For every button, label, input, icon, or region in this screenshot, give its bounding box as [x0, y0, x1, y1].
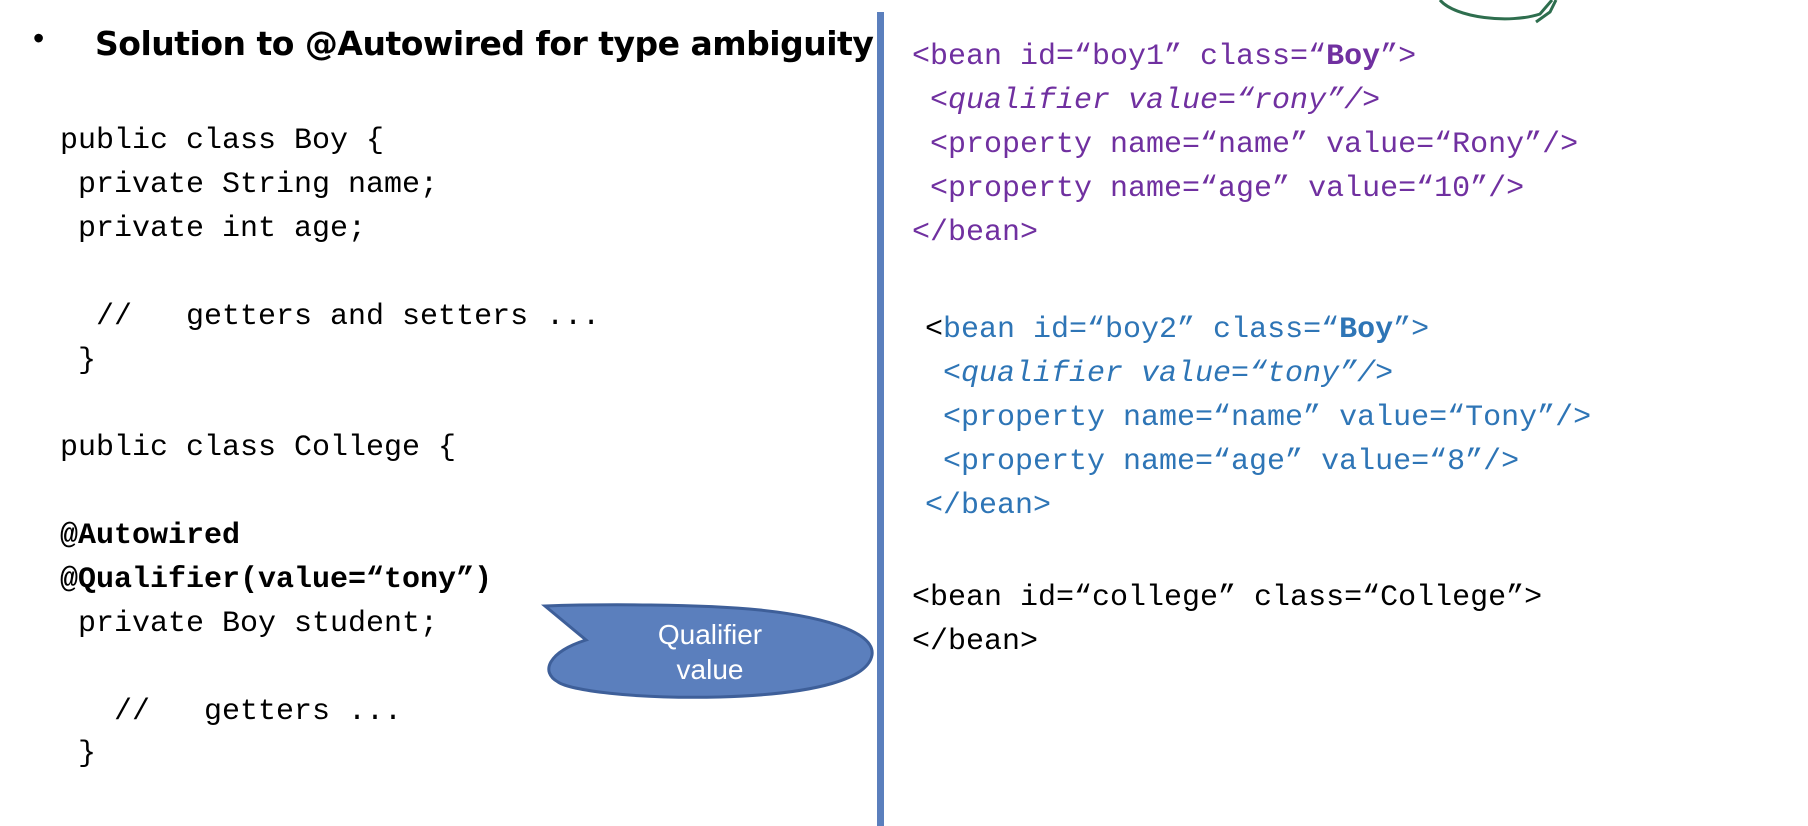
slide-title: Solution to @Autowired for type ambiguit…	[95, 24, 874, 63]
college-getters-comment: // getters ...	[60, 695, 403, 729]
bean-boy2: <bean id=“boy2” class=“Boy”> <qualifier …	[925, 308, 1591, 528]
college-class-declaration: public class College {	[60, 431, 457, 465]
bean-boy1-close: </bean>	[912, 216, 1039, 250]
boy-class-declaration: public class Boy {	[60, 124, 385, 158]
student-field: private Boy student;	[60, 607, 439, 641]
boy-getters-setters-comment: // getters and setters ...	[60, 300, 601, 334]
bean-boy2-property-age: <property name=“age” value=“8”/>	[925, 445, 1520, 479]
autowired-annotation: @Autowired	[60, 519, 241, 553]
boy-class-close: }	[60, 344, 97, 378]
boy-class-code: public class Boy { private String name; …	[60, 119, 438, 251]
callout-label-line2: value	[676, 654, 744, 685]
bean-college: <bean id=“college” class=“College”> </be…	[912, 576, 1542, 664]
bean-college-close: </bean>	[912, 625, 1039, 659]
boy-class-comment-block: // getters and setters ... }	[60, 295, 600, 383]
bean-boy1: <bean id=“boy1” class=“Boy”> <qualifier …	[912, 35, 1578, 255]
callout-label: Qualifier value	[630, 617, 790, 687]
column-divider	[877, 12, 884, 826]
bean-college-open: <bean id=“college” class=“College”>	[912, 581, 1543, 615]
bean-boy2-open: <bean id=“boy2” class=“Boy”>	[925, 313, 1430, 347]
bean-boy1-class-name: Boy	[1326, 40, 1381, 74]
bean-boy2-property-name: <property name=“name” value=“Tony”/>	[925, 401, 1592, 435]
bean-boy1-property-age: <property name=“age” value=“10”/>	[912, 172, 1525, 206]
bean-boy2-class-name: Boy	[1339, 313, 1394, 347]
bean-boy1-qualifier: <qualifier value=“rony”/>	[912, 84, 1381, 118]
bean-boy2-qualifier: <qualifier value=“tony”/>	[925, 357, 1394, 391]
slide: • Solution to @Autowired for type ambigu…	[0, 0, 1808, 826]
college-class-close: }	[60, 737, 97, 771]
bean-boy1-open: <bean id=“boy1” class=“Boy”>	[912, 40, 1417, 74]
bullet-marker: •	[33, 20, 45, 56]
callout-label-line1: Qualifier	[657, 619, 763, 650]
bean-boy1-property-name: <property name=“name” value=“Rony”/>	[912, 128, 1579, 162]
boy-field-name: private String name;	[60, 168, 439, 202]
curved-arrow-icon	[1438, 0, 1558, 24]
qualifier-annotation: @Qualifier(value=“tony”)	[60, 563, 493, 597]
boy-field-age: private int age;	[60, 212, 367, 246]
bean-boy2-close: </bean>	[925, 489, 1052, 523]
